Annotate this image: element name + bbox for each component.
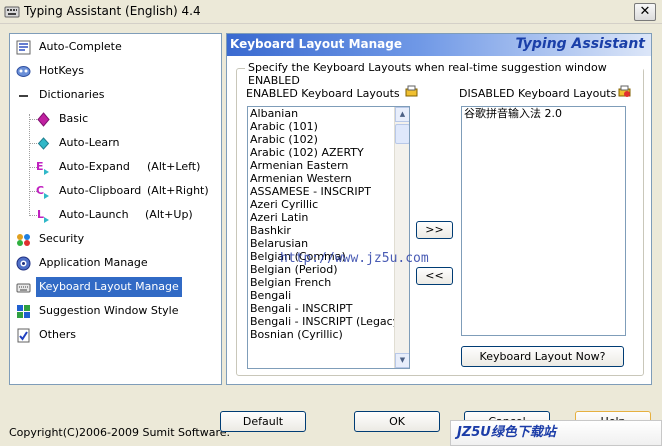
disabled-layouts-icon — [618, 85, 631, 97]
enabled-layouts-icon — [405, 85, 418, 97]
enabled-layout-item[interactable]: Armenian Eastern — [248, 159, 409, 172]
panel-title: Keyboard Layout Manage — [230, 37, 402, 51]
auto-learn-icon — [37, 137, 50, 150]
enabled-layout-item[interactable]: Bengali - INSCRIPT — [248, 302, 409, 315]
enabled-layout-item[interactable]: Arabic (102) — [248, 133, 409, 146]
disabled-title: DISABLED Keyboard Layouts — [459, 87, 617, 100]
layout-groupbox: Specify the Keyboard Layouts when real-t… — [236, 61, 644, 376]
enabled-layout-item[interactable]: Bengali — [248, 289, 409, 302]
move-left-button[interactable]: << — [416, 267, 453, 285]
app-icon — [4, 6, 20, 18]
enabled-layout-item[interactable]: Bengali - INSCRIPT (Legacy) — [248, 315, 409, 328]
dictionaries-icon — [19, 95, 28, 97]
svg-text:C: C — [36, 184, 44, 197]
enabled-layout-item[interactable]: ASSAMESE - INSCRIPT — [248, 185, 409, 198]
auto-expand-icon: E — [36, 160, 49, 175]
default-button[interactable]: Default — [220, 411, 306, 432]
security-icon — [17, 234, 30, 246]
svg-text:L: L — [37, 208, 44, 221]
group-caption: Specify the Keyboard Layouts when real-t… — [245, 61, 643, 87]
keyboard-icon — [16, 283, 31, 293]
application-manage-icon — [16, 256, 31, 271]
disabled-list-items: 谷歌拼音输入法 2.0 — [462, 107, 625, 120]
auto-complete-icon — [16, 40, 31, 55]
download-site-badge: JZ5U绿色下载站www.jz5u.com — [450, 420, 662, 446]
enabled-layout-item[interactable]: Arabic (102) AZERTY — [248, 146, 409, 159]
shortcut-label: (Alt+Left) — [147, 160, 201, 173]
enabled-list-items: Albanian Arabic (101) Arabic (102) Arabic (… — [248, 107, 409, 341]
panel-header: Keyboard Layout Manage Typing Assistant — [227, 34, 651, 56]
enabled-layout-item[interactable]: Belarusian — [248, 237, 409, 250]
enabled-layout-item[interactable]: Azeri Latin — [248, 211, 409, 224]
hotkeys-icon — [16, 66, 31, 77]
keyboard-layout-now-button[interactable]: Keyboard Layout Now? — [461, 346, 624, 367]
tree-connector — [29, 114, 30, 216]
window-title: Typing Assistant (English) 4.4 — [24, 4, 201, 18]
svg-text:E: E — [36, 160, 44, 173]
enabled-layout-item[interactable]: Belgian French — [248, 276, 409, 289]
close-button[interactable]: ✕ — [634, 3, 656, 21]
enabled-layout-item[interactable]: Azeri Cyrillic — [248, 198, 409, 211]
auto-launch-icon: L — [37, 208, 49, 223]
enabled-layout-item[interactable]: Armenian Western — [248, 172, 409, 185]
disabled-layout-item[interactable]: 谷歌拼音输入法 2.0 — [462, 107, 625, 120]
others-icon — [17, 328, 30, 343]
enabled-layout-item[interactable]: Bashkir — [248, 224, 409, 237]
shortcut-label: (Alt+Up) — [145, 208, 193, 221]
watermark: http://www.jz5u.com — [280, 251, 429, 266]
enabled-layout-item[interactable]: Albanian — [248, 107, 409, 120]
enabled-list-scrollbar[interactable]: ▲ ▼ — [394, 107, 409, 368]
enabled-layouts-list[interactable]: Albanian Arabic (101) Arabic (102) Arabic (… — [247, 106, 410, 369]
basic-icon — [37, 112, 50, 127]
disabled-layouts-list[interactable]: 谷歌拼音输入法 2.0 — [461, 106, 626, 336]
scroll-up-button[interactable]: ▲ — [395, 107, 409, 122]
scroll-down-button[interactable]: ▼ — [395, 353, 409, 368]
suggestion-window-icon — [17, 305, 30, 318]
title-bar: Typing Assistant (English) 4.4 ✕ — [0, 0, 662, 24]
keyboard-layout-panel: Keyboard Layout Manage Typing Assistant … — [226, 33, 652, 385]
copyright-text: Copyright(C)2006-2009 Sumit Software. — [9, 426, 230, 439]
move-right-button[interactable]: >> — [416, 221, 453, 239]
settings-tree: Auto-Complete HotKeys Dictionaries Basic… — [9, 33, 222, 385]
shortcut-label: (Alt+Right) — [147, 184, 209, 197]
enabled-layout-item[interactable]: Bosnian (Cyrillic) — [248, 328, 409, 341]
scroll-thumb[interactable] — [395, 124, 409, 144]
enabled-title: ENABLED Keyboard Layouts — [246, 87, 400, 100]
enabled-layout-item[interactable]: Arabic (101) — [248, 120, 409, 133]
auto-clipboard-icon: C — [36, 184, 49, 199]
ok-button[interactable]: OK — [354, 411, 440, 432]
brand-logo: Typing Assistant — [515, 36, 645, 52]
